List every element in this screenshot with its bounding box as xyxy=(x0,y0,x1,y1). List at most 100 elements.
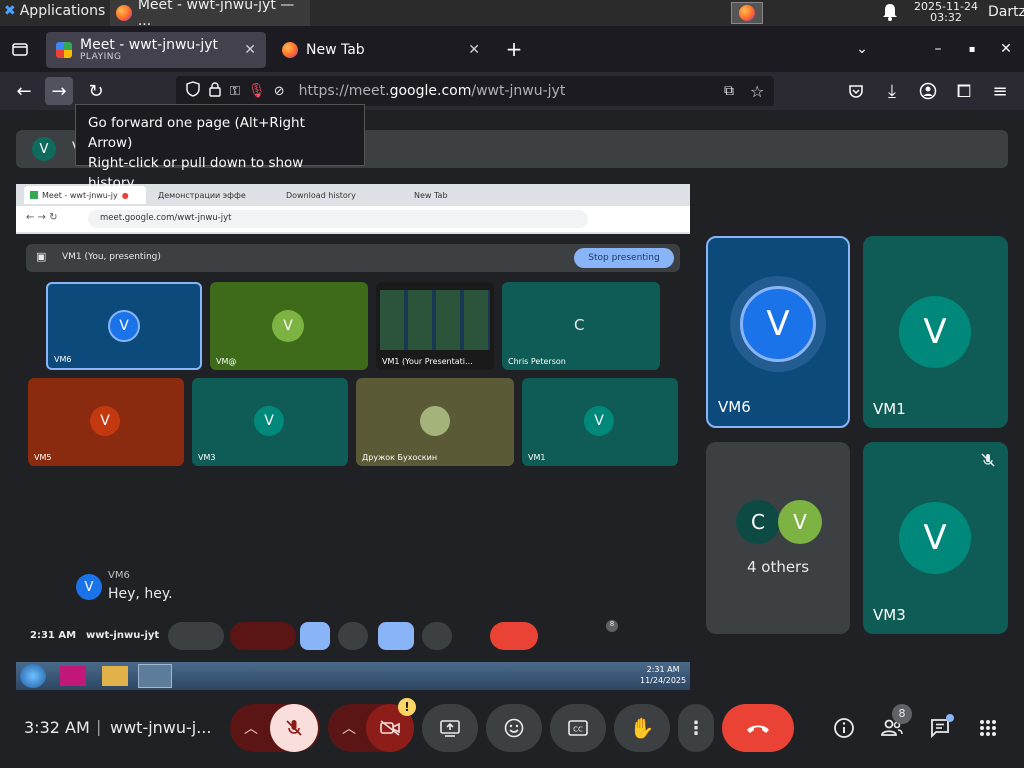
participant-tile-vm3[interactable]: V VM3 xyxy=(863,442,1008,634)
permissions-icon[interactable]: ⚿ xyxy=(230,84,240,99)
close-window-icon[interactable]: ✕ xyxy=(992,35,1020,63)
shared-presenting-banner: ▣ VM1 (You, presenting) Stop presenting xyxy=(26,244,680,272)
tab-meet-title: Meet - wwt-jnwu-jyt xyxy=(80,37,218,53)
present-screen-icon xyxy=(440,720,460,737)
taskbar-window-title: Meet - wwt-jnwu-jyt — ... xyxy=(137,0,295,29)
chat-sender: VM6 xyxy=(108,570,130,581)
meet-page: V V Meet - wwt-jnwu-jy● Демонстрации эфф… xyxy=(0,110,1024,768)
forward-arrow-icon[interactable]: → xyxy=(45,77,73,105)
participant-avatar: V xyxy=(899,296,971,368)
participant-name: VM1 xyxy=(873,400,906,418)
minimize-icon[interactable]: – xyxy=(924,35,952,63)
mute-microphone-button[interactable] xyxy=(270,704,318,752)
participant-tile-others[interactable]: C V 4 others xyxy=(706,442,850,634)
browser-tab-strip: Meet - wwt-jnwu-jyt PLAYING ✕ New Tab ✕ … xyxy=(0,26,1024,72)
url-bar[interactable]: ⚿ 🎙 ⊘ https://meet.google.com/wwt-jnwu-j… xyxy=(176,76,774,106)
maximize-icon[interactable]: ▪ xyxy=(958,35,986,63)
participant-avatar: V xyxy=(899,502,971,574)
new-tab-plus-icon[interactable]: + xyxy=(500,35,528,63)
participant-name: VM6 xyxy=(718,398,751,416)
stop-presenting-button: Stop presenting xyxy=(574,248,674,268)
applications-label: Applications xyxy=(19,3,106,19)
downloads-icon[interactable]: ⤓ xyxy=(878,77,906,105)
tab-list-chevron-icon[interactable]: ⌄ xyxy=(848,35,876,63)
close-tab-icon[interactable]: ✕ xyxy=(468,42,480,58)
shared-tile: V VM3 xyxy=(192,378,348,466)
notification-bell-icon[interactable] xyxy=(882,3,898,25)
microphone-active-icon[interactable]: 🎙 xyxy=(248,83,266,99)
shared-tile: V VM6 xyxy=(46,282,202,370)
shared-tile: C Chris Peterson xyxy=(502,282,660,370)
firefox-favicon xyxy=(282,42,298,58)
reload-icon[interactable]: ↻ xyxy=(82,77,110,105)
shared-windows-taskbar: 2:31 AM 11/24/2025 xyxy=(16,662,690,690)
reactions-button[interactable] xyxy=(486,704,542,752)
back-arrow-icon[interactable]: ← xyxy=(10,77,38,105)
camera-warning-badge: ! xyxy=(398,698,416,716)
more-options-button[interactable]: ⋮ xyxy=(678,704,714,752)
captions-button[interactable]: CC xyxy=(550,704,606,752)
participant-avatar: C xyxy=(736,500,780,544)
participant-tile-vm1[interactable]: V VM1 xyxy=(863,236,1008,428)
more-vertical-icon: ⋮ xyxy=(687,717,705,739)
meeting-details-button[interactable] xyxy=(828,712,860,744)
people-button[interactable]: 8 xyxy=(876,704,912,744)
extensions-icon[interactable]: ⧠ xyxy=(950,77,978,105)
autoplay-blocked-icon[interactable]: ⊘ xyxy=(274,84,285,99)
svg-text:CC: CC xyxy=(573,726,583,734)
activities-button[interactable] xyxy=(972,712,1004,744)
meeting-time: 3:32 AM xyxy=(24,718,90,737)
participant-tile-vm6[interactable]: V VM6 xyxy=(706,236,850,428)
shared-tile: V VM1 xyxy=(522,378,678,466)
emoji-icon xyxy=(504,718,524,738)
app-menu-icon[interactable]: ≡ xyxy=(986,77,1014,105)
hand-icon: ✋ xyxy=(629,716,655,740)
shared-url: meet.google.com/wwt-jnwu-jyt xyxy=(88,210,588,228)
user-menu[interactable]: Dartz xyxy=(988,4,1024,20)
meeting-code: wwt-jnwu-j... xyxy=(110,718,212,737)
people-count-badge: 8 xyxy=(892,704,912,724)
presenting-label: VM1 (You, presenting) xyxy=(62,252,161,262)
meet-control-bar: 3:32 AM | wwt-jnwu-j... ︿ ︿ ! CC ✋ ⋮ 8 xyxy=(0,696,1024,768)
url-text[interactable]: https://meet.google.com/wwt-jnwu-jyt xyxy=(299,83,566,99)
shared-tile: V VM@ xyxy=(210,282,368,370)
tab-overview-icon[interactable] xyxy=(6,35,34,63)
screen-share-icon[interactable]: ⧉ xyxy=(724,83,734,99)
os-top-bar: ✖ Applications ☰ Meet - wwt-jnwu-jyt — .… xyxy=(0,0,1024,29)
camera-options-chevron-icon[interactable]: ︿ xyxy=(342,718,356,738)
end-call-icon xyxy=(747,725,769,733)
bookmark-star-icon[interactable]: ☆ xyxy=(750,82,764,101)
banner-avatar: V xyxy=(32,137,56,161)
system-clock[interactable]: 2025-11-24 03:32 xyxy=(906,1,986,23)
tab-meet[interactable]: Meet - wwt-jnwu-jyt PLAYING ✕ xyxy=(46,32,266,68)
taskbar-window-meet[interactable]: Meet - wwt-jnwu-jyt — ... xyxy=(110,0,310,29)
chat-button[interactable] xyxy=(924,712,956,744)
present-now-button[interactable] xyxy=(422,704,478,752)
applications-menu[interactable]: ✖ Applications ☰ xyxy=(4,3,122,19)
leave-call-button[interactable] xyxy=(722,704,794,752)
chat-unread-dot xyxy=(946,714,954,722)
shared-meet-page: ▣ VM1 (You, presenting) Stop presenting … xyxy=(16,234,690,668)
mic-options-chevron-icon[interactable]: ︿ xyxy=(244,718,258,738)
lock-icon[interactable] xyxy=(208,81,222,101)
raise-hand-button[interactable]: ✋ xyxy=(614,704,670,752)
shared-tile: Дружок Бухоскин xyxy=(356,378,514,466)
shared-address-bar: ← → ↻ meet.google.com/wwt-jnwu-jyt xyxy=(16,206,690,232)
tab-meet-playing: PLAYING xyxy=(80,52,122,62)
tooltip-line-2: Right-click or pull down to show history xyxy=(88,155,304,191)
participant-name: VM3 xyxy=(873,606,906,624)
mic-off-icon xyxy=(286,720,302,736)
account-icon[interactable] xyxy=(914,77,942,105)
forward-tooltip: Go forward one page (Alt+Right Arrow) Ri… xyxy=(75,104,365,191)
tab-new-tab[interactable]: New Tab ✕ xyxy=(272,32,490,68)
close-tab-icon[interactable]: ✕ xyxy=(244,42,256,58)
tab-new-title: New Tab xyxy=(306,42,365,58)
shared-tile-presentation: VM1 (Your Presentati... xyxy=(376,282,494,370)
muted-mic-icon xyxy=(980,452,996,472)
chat-avatar: V xyxy=(76,574,102,600)
pocket-icon[interactable] xyxy=(842,77,870,105)
tray-firefox-icon[interactable] xyxy=(731,2,763,24)
shield-icon[interactable] xyxy=(186,81,200,101)
meet-favicon xyxy=(56,42,72,58)
participant-avatar: V xyxy=(778,500,822,544)
